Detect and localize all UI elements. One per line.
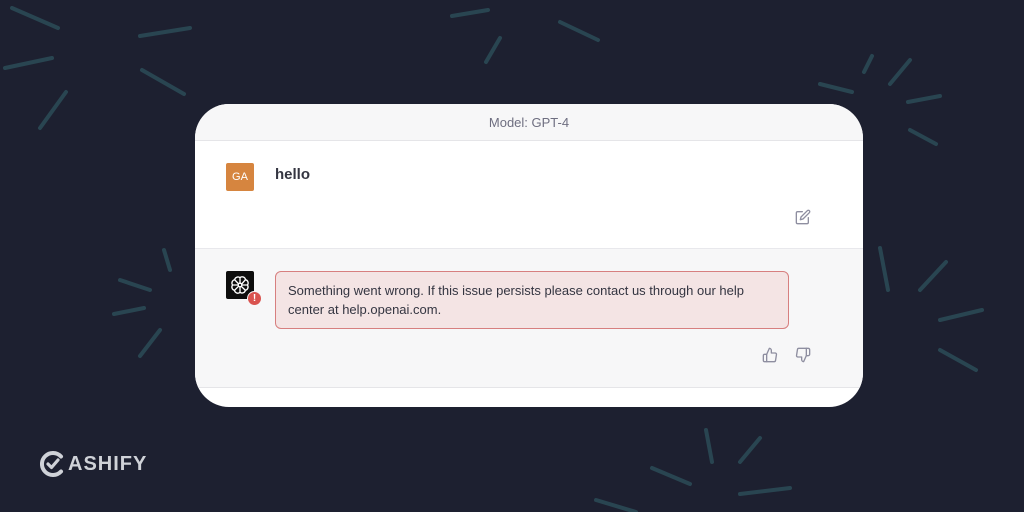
- model-label: Model: GPT-4: [488, 114, 570, 130]
- exclamation-icon: !: [247, 291, 262, 306]
- error-message-box: Something went wrong. If this issue pers…: [275, 271, 789, 329]
- thumbs-up-button[interactable]: [760, 345, 780, 365]
- assistant-message-row: ! Something went wrong. If this issue pe…: [195, 249, 863, 388]
- brand-name: ASHIFY: [68, 452, 148, 475]
- thumbs-down-button[interactable]: [793, 345, 813, 365]
- user-message-row: GA hello: [195, 141, 863, 249]
- model-header: Model: GPT-4: [195, 104, 863, 141]
- cashify-watermark: ASHIFY: [40, 449, 147, 479]
- user-avatar: GA: [226, 163, 254, 191]
- chat-window: Model: GPT-4 GA hello ! Something went w…: [195, 104, 863, 407]
- user-avatar-initials: GA: [232, 171, 248, 183]
- pencil-edit-icon: [795, 209, 811, 225]
- error-message-text: Something went wrong. If this issue pers…: [288, 283, 744, 317]
- openai-logo-icon: [231, 276, 249, 294]
- thumbs-up-icon: [762, 347, 778, 363]
- thumbs-down-icon: [795, 347, 811, 363]
- user-message-text: hello: [275, 166, 311, 183]
- cashify-logo-icon: [40, 451, 63, 477]
- edit-message-button[interactable]: [793, 207, 813, 227]
